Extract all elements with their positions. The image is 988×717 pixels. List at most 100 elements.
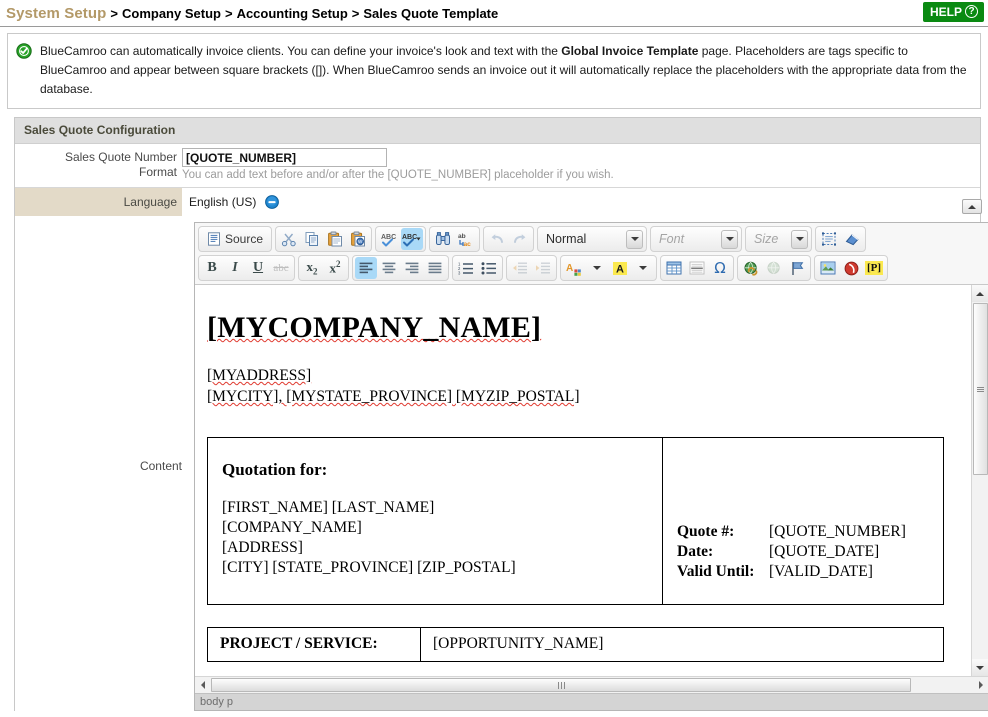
copy-icon [304,231,320,247]
scroll-right-button[interactable] [973,678,988,693]
indent-button[interactable] [532,257,554,279]
outdent-button[interactable] [509,257,531,279]
project-service-table: PROJECT / SERVICE: [OPPORTUNITY_NAME] [207,627,944,662]
align-left-button[interactable] [355,257,377,279]
bold-button[interactable]: B [201,257,223,279]
section-title: Sales Quote Configuration [15,118,980,144]
underline-button[interactable]: U [247,257,269,279]
breadcrumb-separator: > [110,5,118,21]
paste-button[interactable] [324,228,346,250]
image-button[interactable] [817,257,839,279]
anchor-button[interactable] [786,257,808,279]
font-size-select[interactable]: Size [745,226,813,252]
align-justify-icon [427,261,443,275]
image-icon [820,261,836,275]
paragraph-format-select[interactable]: Normal [537,226,648,252]
text-color-icon: A [566,261,583,276]
source-code-icon [207,232,221,246]
show-blocks-button[interactable] [818,228,840,250]
toolbar-group-links [737,255,811,281]
table-button[interactable] [663,257,685,279]
horizontal-scroll-thumb[interactable] [211,678,911,692]
font-family-select[interactable]: Font [650,226,743,252]
scroll-up-button[interactable] [971,285,988,302]
toolbar-group-media: [P] [814,255,888,281]
editor-vertical-scrollbar[interactable] [971,285,988,676]
quote-number-format-row: Sales Quote Number Format You can add te… [15,144,980,181]
notice-wrapper: BlueCamroo can automatically invoice cli… [0,27,988,109]
spellcheck-options-button[interactable]: ABC [401,228,424,250]
scroll-thumb-grip [557,678,566,692]
redo-arrow-icon [512,231,528,247]
panel-wrapper: Sales Quote Configuration Sales Quote Nu… [0,109,988,711]
source-button-label: Source [225,232,264,246]
align-center-button[interactable] [378,257,400,279]
superscript-button[interactable]: x2 [324,257,346,279]
toolbar-group-history [483,226,535,252]
breadcrumb-item-sales-quote-template[interactable]: Sales Quote Template [363,6,498,21]
collapse-toolbar-button[interactable] [962,199,982,214]
breadcrumb-root[interactable]: System Setup [6,5,106,22]
align-right-button[interactable] [401,257,423,279]
blue-minus-circle-icon[interactable] [265,195,280,209]
quotation-table: Quotation for: [FIRST_NAME] [LAST_NAME] … [207,437,944,605]
copy-button[interactable] [301,228,323,250]
chevron-down-icon [721,229,739,249]
scroll-down-button[interactable] [971,659,988,676]
vertical-scroll-thumb[interactable] [973,303,988,475]
editor-document-area[interactable]: [MYCOMPANY_NAME] [MYADDRESS] [MYCITY], [… [195,285,971,676]
replace-button[interactable]: ab ac [455,228,477,250]
content-row: Content Source W ABC ABC ab ac Normal Fo… [15,199,988,711]
toolbar-group-indent [506,255,557,281]
text-color-dropdown[interactable] [586,257,608,279]
background-color-button[interactable]: A [609,257,631,279]
horizontal-rule-button[interactable] [686,257,708,279]
special-character-button[interactable]: Ω [709,257,731,279]
unlink-button[interactable] [763,257,785,279]
remove-format-button[interactable] [841,228,863,250]
cut-button[interactable] [278,228,300,250]
svg-text:ac: ac [463,241,471,247]
paste-from-word-button[interactable]: W [347,228,369,250]
italic-button[interactable]: I [224,257,246,279]
source-button[interactable]: Source [201,228,269,250]
quote-number-format-label-line2: Format [138,165,177,179]
language-value: English (US) [189,195,257,209]
quotation-for-heading: Quotation for: [222,460,328,479]
editor-horizontal-scrollbar[interactable] [195,676,988,693]
table-row: Quotation for: [FIRST_NAME] [LAST_NAME] … [207,437,944,605]
subscript-button[interactable]: x2 [301,257,323,279]
align-justify-button[interactable] [424,257,446,279]
redo-button[interactable] [509,228,531,250]
bulleted-list-button[interactable] [478,257,500,279]
flash-button[interactable] [840,257,862,279]
background-color-dropdown[interactable] [632,257,654,279]
help-button[interactable]: HELP ? [922,2,984,22]
breadcrumb-separator: > [224,5,233,21]
breadcrumb-item-accounting-setup[interactable]: Accounting Setup [237,6,348,21]
horizontal-rule-icon [689,261,705,275]
superscript-icon: x2 [329,259,341,276]
omega-icon: Ω [714,259,726,277]
quote-number-format-input[interactable] [182,148,387,167]
recipient-line: [COMPANY_NAME] [222,519,362,536]
undo-button[interactable] [486,228,508,250]
breadcrumb-item-company-setup[interactable]: Company Setup [122,6,221,21]
quote-number-format-label-line1: Sales Quote Number [64,150,177,164]
svg-text:A: A [566,263,573,274]
numbered-list-button[interactable]: 1 2 3 [455,257,477,279]
scroll-thumb-grip [977,386,984,393]
rich-text-editor: Source W ABC ABC ab ac Normal Font Size … [194,222,988,711]
editor-element-path[interactable]: body p [195,693,988,710]
toolbar-group-find: ab ac [429,226,481,252]
placeholder-button[interactable]: [P] [863,257,885,279]
text-color-button[interactable]: A [563,257,585,279]
find-button[interactable] [432,228,454,250]
link-button[interactable] [740,257,762,279]
toolbar-group-basicstyles: B I U abc [198,255,295,281]
font-size-value: Size [754,232,779,246]
spellcheck-button[interactable]: ABC [378,228,400,250]
scroll-left-button[interactable] [195,678,210,693]
toolbar-group-spellcheck: ABC ABC [375,226,427,252]
strikethrough-button[interactable]: abc [270,257,292,279]
